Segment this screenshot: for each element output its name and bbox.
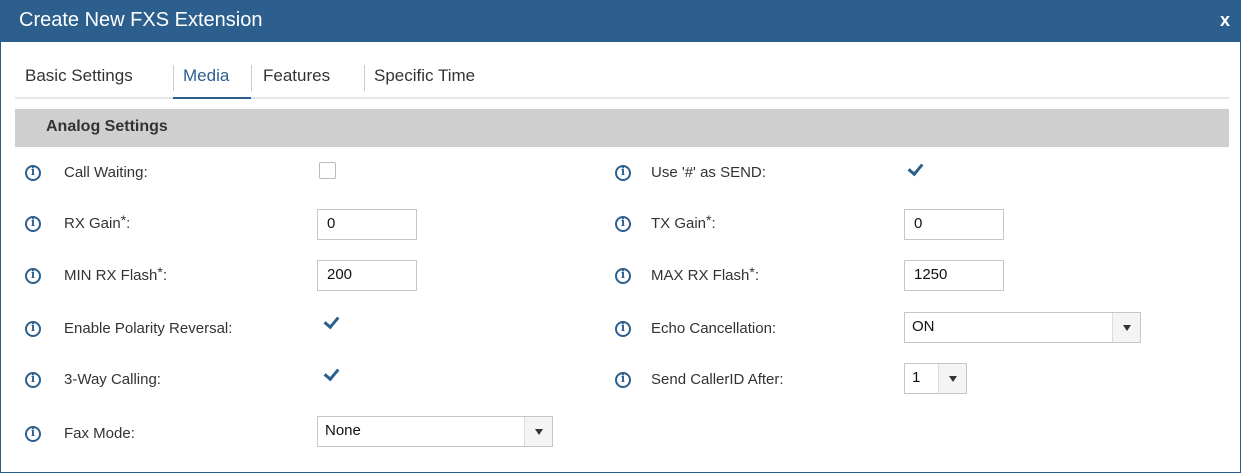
required-asterisk: * bbox=[120, 212, 127, 228]
tab-bar: Basic Settings Media Features Specific T… bbox=[15, 63, 1229, 99]
tab-media[interactable]: Media bbox=[173, 63, 252, 99]
info-icon[interactable] bbox=[615, 321, 631, 337]
max-rx-flash-input[interactable] bbox=[904, 260, 1004, 291]
send-callerid-after-label: Send CallerID After: bbox=[651, 371, 784, 388]
tx-gain-label-text: TX Gain bbox=[651, 215, 707, 232]
info-icon[interactable] bbox=[615, 216, 631, 232]
min-rx-flash-input[interactable] bbox=[317, 260, 417, 291]
required-asterisk: * bbox=[706, 212, 712, 228]
tab-label: Features bbox=[263, 66, 331, 85]
tab-basic-settings[interactable]: Basic Settings bbox=[25, 63, 174, 99]
label-colon: : bbox=[126, 215, 131, 232]
tab-specific-time[interactable]: Specific Time bbox=[364, 63, 514, 99]
info-icon[interactable] bbox=[25, 268, 41, 284]
analog-settings-header: Analog Settings bbox=[15, 109, 1229, 147]
label-colon: : bbox=[162, 267, 167, 284]
info-icon[interactable] bbox=[25, 165, 41, 181]
select-value: 1 bbox=[912, 369, 921, 386]
call-waiting-label: Call Waiting: bbox=[64, 164, 148, 181]
required-asterisk: * bbox=[157, 264, 163, 280]
fax-mode-label: Fax Mode: bbox=[64, 425, 135, 442]
rx-gain-label-text: RX Gain bbox=[64, 215, 121, 232]
chevron-down-icon bbox=[938, 364, 966, 393]
min-rx-flash-label-text: MIN RX Flash bbox=[64, 267, 158, 284]
dialog-title: Create New FXS Extension bbox=[19, 9, 263, 31]
echo-cancellation-select[interactable]: ON bbox=[904, 312, 1141, 343]
section-title: Analog Settings bbox=[46, 118, 168, 135]
tx-gain-input[interactable] bbox=[904, 209, 1004, 240]
info-icon[interactable] bbox=[25, 321, 41, 337]
select-value: ON bbox=[912, 318, 935, 335]
create-fxs-extension-dialog: Create New FXS Extension x Basic Setting… bbox=[0, 0, 1241, 473]
three-way-calling-label: 3-Way Calling: bbox=[64, 371, 161, 388]
chevron-down-icon bbox=[524, 417, 552, 446]
max-rx-flash-label: MAX RX Flash*: bbox=[651, 264, 759, 284]
tab-label: Specific Time bbox=[374, 66, 476, 85]
info-icon[interactable] bbox=[615, 372, 631, 388]
rx-gain-input[interactable] bbox=[317, 209, 417, 240]
tab-label: Media bbox=[183, 66, 230, 85]
max-rx-flash-label-text: MAX RX Flash bbox=[651, 267, 750, 284]
fax-mode-select[interactable]: None bbox=[317, 416, 553, 447]
call-waiting-checkbox[interactable] bbox=[319, 162, 336, 179]
rx-gain-label: RX Gain*: bbox=[64, 212, 131, 232]
info-icon[interactable] bbox=[615, 268, 631, 284]
chevron-down-icon bbox=[1112, 313, 1140, 342]
label-colon: : bbox=[711, 215, 716, 232]
tab-features[interactable]: Features bbox=[251, 63, 365, 99]
three-way-calling-checkbox[interactable] bbox=[323, 366, 340, 383]
echo-cancellation-label: Echo Cancellation: bbox=[651, 320, 777, 337]
info-icon[interactable] bbox=[25, 372, 41, 388]
required-asterisk: * bbox=[749, 264, 755, 280]
dialog-title-bar: Create New FXS Extension x bbox=[1, 1, 1240, 42]
min-rx-flash-label: MIN RX Flash*: bbox=[64, 264, 167, 284]
label-colon: : bbox=[754, 267, 759, 284]
send-callerid-after-select[interactable]: 1 bbox=[904, 363, 967, 394]
info-icon[interactable] bbox=[615, 165, 631, 181]
use-hash-as-send-label: Use '#' as SEND: bbox=[651, 164, 766, 181]
select-value: None bbox=[325, 422, 361, 439]
enable-polarity-reversal-checkbox[interactable] bbox=[323, 314, 340, 331]
enable-polarity-reversal-label: Enable Polarity Reversal: bbox=[64, 320, 233, 337]
info-icon[interactable] bbox=[25, 216, 41, 232]
tx-gain-label: TX Gain*: bbox=[651, 212, 716, 232]
close-icon[interactable]: x bbox=[1220, 10, 1230, 31]
info-icon[interactable] bbox=[25, 426, 41, 442]
tab-label: Basic Settings bbox=[25, 66, 133, 85]
use-hash-as-send-checkbox[interactable] bbox=[907, 161, 924, 178]
